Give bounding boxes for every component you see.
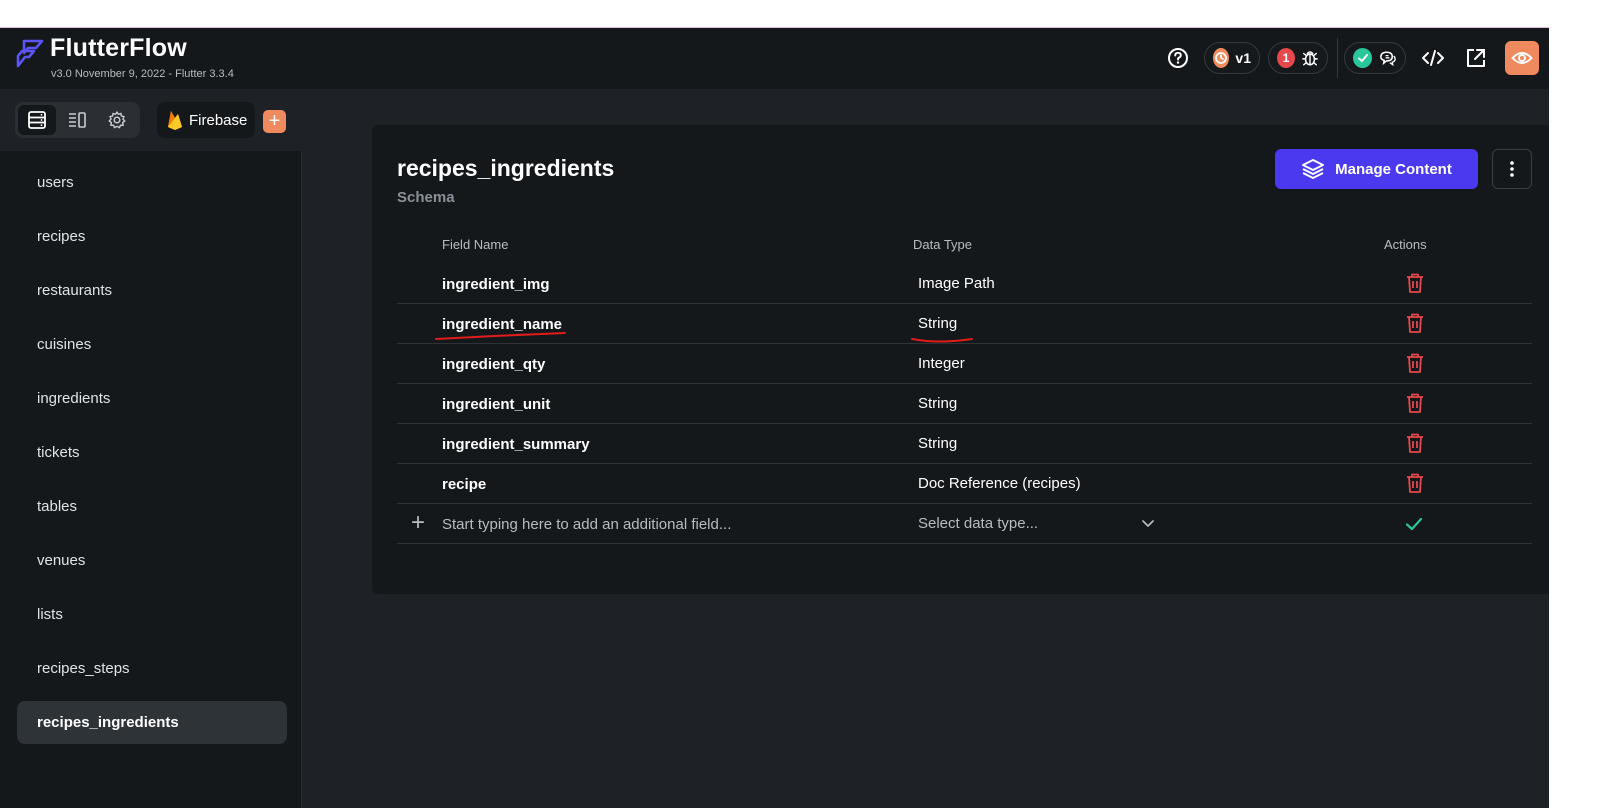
collection-title: recipes_ingredients bbox=[397, 155, 615, 181]
column-header-actions: Actions bbox=[1384, 237, 1427, 252]
gear-icon bbox=[108, 111, 126, 129]
field-type[interactable]: Integer bbox=[918, 355, 965, 372]
comments-icon bbox=[1380, 51, 1396, 67]
flutterflow-app: FlutterFlow v3.0 November 9, 2022 - Flut… bbox=[0, 28, 1549, 808]
field-name[interactable]: ingredient_summary bbox=[442, 436, 590, 453]
history-icon bbox=[1213, 48, 1230, 68]
field-name[interactable]: ingredient_qty bbox=[442, 356, 545, 373]
collection-item-recipes[interactable]: recipes bbox=[17, 215, 287, 258]
field-row: recipe Doc Reference (recipes) bbox=[397, 463, 1532, 504]
firebase-label: Firebase bbox=[189, 111, 248, 129]
delete-field-icon[interactable] bbox=[1403, 391, 1427, 415]
preview-button[interactable] bbox=[1505, 41, 1539, 75]
schema-subtitle: Schema bbox=[397, 189, 455, 206]
collection-item-users[interactable]: users bbox=[17, 161, 287, 204]
more-vertical-icon bbox=[1510, 161, 1514, 177]
more-options-button[interactable] bbox=[1492, 149, 1532, 189]
schema-card: recipes_ingredients Schema Manage Conten… bbox=[372, 125, 1549, 594]
collection-item-tickets[interactable]: tickets bbox=[17, 431, 287, 474]
field-row: ingredient_qty Integer bbox=[397, 343, 1532, 384]
view-mode-toggle bbox=[15, 102, 140, 138]
delete-field-icon[interactable] bbox=[1403, 351, 1427, 375]
collaboration-button[interactable] bbox=[1344, 42, 1406, 74]
field-type[interactable]: String bbox=[918, 395, 957, 412]
plus-icon[interactable]: + bbox=[411, 511, 425, 535]
settings-button[interactable] bbox=[98, 105, 136, 135]
field-type[interactable]: Image Path bbox=[918, 275, 995, 292]
open-external-icon[interactable] bbox=[1464, 46, 1488, 70]
field-name[interactable]: ingredient_img bbox=[442, 276, 550, 293]
collection-item-lists[interactable]: lists bbox=[17, 593, 287, 636]
manage-content-button[interactable]: Manage Content bbox=[1275, 149, 1478, 189]
version-history-button[interactable]: v1 bbox=[1204, 42, 1260, 74]
field-type[interactable]: Doc Reference (recipes) bbox=[918, 475, 1081, 492]
firebase-button[interactable]: Firebase bbox=[157, 102, 255, 138]
collection-item-cuisines[interactable]: cuisines bbox=[17, 323, 287, 366]
version-text: v3.0 November 9, 2022 - Flutter 3.3.4 bbox=[51, 68, 234, 80]
confirm-add-field-icon[interactable] bbox=[1403, 513, 1425, 535]
database-icon bbox=[28, 111, 46, 129]
layers-icon bbox=[1302, 159, 1325, 179]
manage-content-label: Manage Content bbox=[1335, 160, 1452, 178]
new-field-row: + Start typing here to add an additional… bbox=[397, 503, 1532, 544]
field-type[interactable]: String bbox=[918, 435, 957, 452]
delete-field-icon[interactable] bbox=[1403, 271, 1427, 295]
list-view-icon bbox=[69, 112, 86, 128]
collection-item-tables[interactable]: tables bbox=[17, 485, 287, 528]
collection-item-ingredients[interactable]: ingredients bbox=[17, 377, 287, 420]
collection-item-recipes-ingredients[interactable]: recipes_ingredients bbox=[17, 701, 287, 744]
firebase-icon bbox=[168, 111, 182, 130]
field-row: ingredient_summary String bbox=[397, 423, 1532, 464]
collections-sidebar: Firebase + users recipes restaurants cui… bbox=[0, 89, 302, 808]
issues-button[interactable]: 1 bbox=[1268, 42, 1328, 74]
check-circle-icon bbox=[1353, 48, 1372, 68]
top-bar: FlutterFlow v3.0 November 9, 2022 - Flut… bbox=[0, 28, 1549, 89]
flutterflow-logo-icon bbox=[16, 39, 44, 68]
delete-field-icon[interactable] bbox=[1403, 431, 1427, 455]
field-row: ingredient_unit String bbox=[397, 383, 1532, 424]
eye-icon bbox=[1511, 52, 1533, 64]
field-name[interactable]: recipe bbox=[442, 476, 486, 493]
annotation-underline bbox=[435, 332, 566, 340]
help-icon[interactable] bbox=[1166, 46, 1190, 70]
bug-icon bbox=[1302, 51, 1318, 66]
collection-item-venues[interactable]: venues bbox=[17, 539, 287, 582]
field-name[interactable]: ingredient_unit bbox=[442, 396, 550, 413]
add-collection-button[interactable]: + bbox=[263, 110, 286, 133]
version-badge: v1 bbox=[1235, 50, 1251, 66]
header-divider bbox=[1337, 38, 1338, 78]
field-row: ingredient_img Image Path bbox=[397, 263, 1532, 304]
new-field-name-input[interactable]: Start typing here to add an additional f… bbox=[442, 516, 731, 533]
annotation-underline bbox=[911, 338, 973, 343]
data-type-select[interactable]: Select data type... bbox=[918, 515, 1158, 537]
collections-view-button[interactable] bbox=[18, 105, 56, 135]
issues-count-badge: 1 bbox=[1277, 48, 1295, 68]
delete-field-icon[interactable] bbox=[1403, 311, 1427, 335]
delete-field-icon[interactable] bbox=[1403, 471, 1427, 495]
brand-name: FlutterFlow bbox=[50, 34, 187, 62]
schema-view-button[interactable] bbox=[58, 105, 96, 135]
sidebar-toolbar: Firebase + bbox=[0, 89, 302, 151]
column-header-data-type: Data Type bbox=[913, 237, 973, 252]
code-icon[interactable] bbox=[1420, 46, 1446, 70]
column-header-field-name: Field Name bbox=[442, 237, 509, 252]
field-type[interactable]: String bbox=[918, 315, 957, 332]
collection-item-recipes-steps[interactable]: recipes_steps bbox=[17, 647, 287, 690]
chevron-down-icon[interactable] bbox=[1140, 515, 1156, 531]
collection-item-restaurants[interactable]: restaurants bbox=[17, 269, 287, 312]
